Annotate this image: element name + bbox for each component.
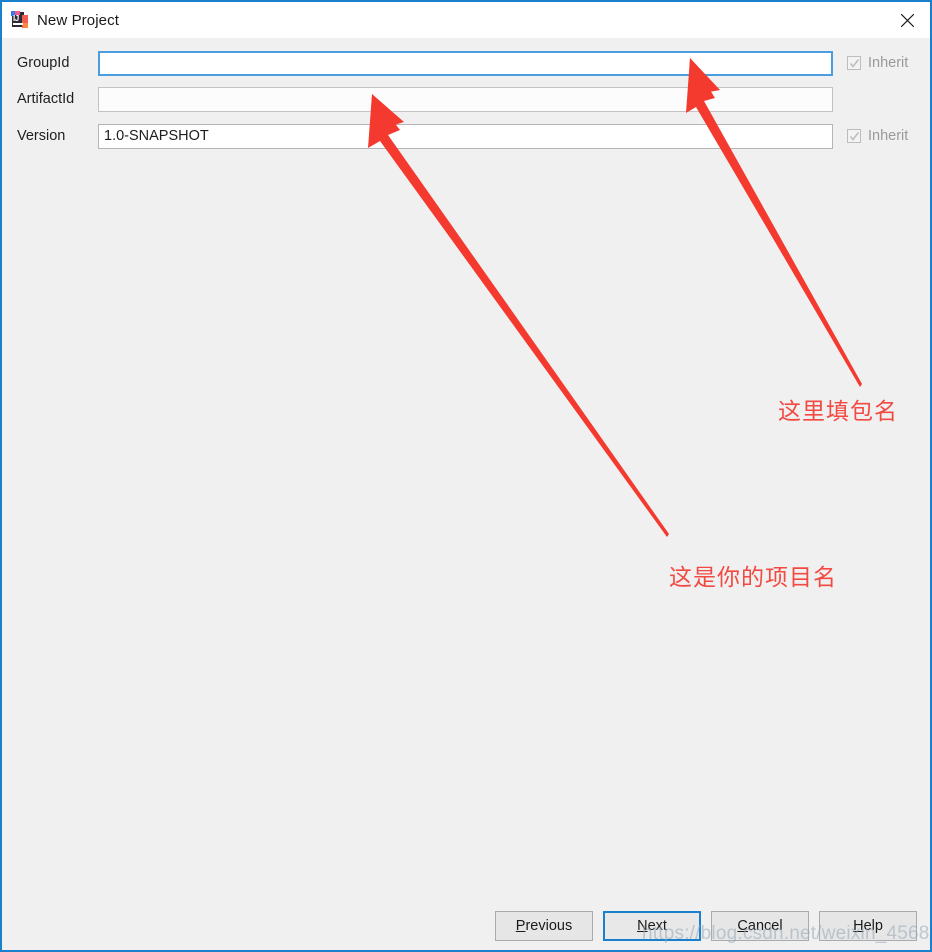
dialog-button-bar: Previous Next Cancel Help <box>2 902 930 950</box>
groupid-row: GroupId Inherit <box>2 50 930 76</box>
groupid-input[interactable] <box>98 50 833 76</box>
annotation-label-groupid: 这里填包名 <box>778 399 898 425</box>
artifactid-row: ArtifactId <box>2 86 930 112</box>
version-inherit-label: Inherit <box>868 128 909 144</box>
checkbox-icon <box>847 129 861 143</box>
groupid-inherit-checkbox[interactable]: Inherit <box>847 55 908 71</box>
new-project-dialog: IJ New Project GroupId Inherit ArtifactI… <box>0 0 932 952</box>
window-title: New Project <box>37 11 119 29</box>
groupid-inherit-label: Inherit <box>868 55 909 71</box>
close-icon[interactable] <box>884 2 930 38</box>
title-bar: IJ New Project <box>2 2 930 38</box>
artifactid-label: ArtifactId <box>17 91 75 107</box>
version-row: Version Inherit <box>2 123 930 149</box>
artifactid-input[interactable] <box>98 86 833 112</box>
annotation-label-artifactid: 这是你的项目名 <box>669 565 837 591</box>
version-label: Version <box>17 128 66 144</box>
checkbox-icon <box>847 56 861 70</box>
version-input[interactable] <box>98 123 833 149</box>
next-button[interactable]: Next <box>603 911 701 941</box>
version-inherit-checkbox[interactable]: Inherit <box>847 128 908 144</box>
help-button[interactable]: Help <box>819 911 917 941</box>
previous-button[interactable]: Previous <box>495 911 593 941</box>
intellij-idea-icon: IJ <box>11 11 29 29</box>
project-coordinates-form: GroupId Inherit ArtifactId Version 1.0-S… <box>2 38 930 914</box>
groupid-label: GroupId <box>17 55 70 71</box>
cancel-button[interactable]: Cancel <box>711 911 809 941</box>
